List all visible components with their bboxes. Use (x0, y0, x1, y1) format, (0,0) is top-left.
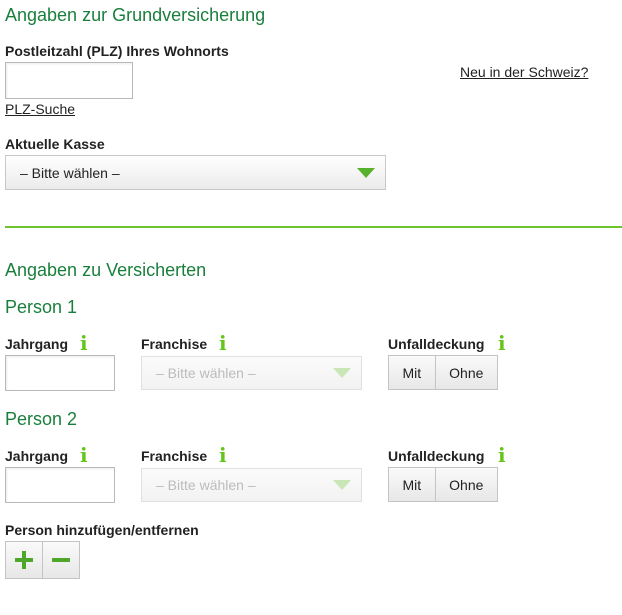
franchise-select[interactable]: – Bitte wählen – (141, 356, 362, 390)
current-insurer-label: Aktuelle Kasse (5, 136, 105, 152)
zip-input[interactable] (5, 62, 133, 99)
plus-icon (15, 551, 33, 569)
insured-heading: Angaben zu Versicherten (5, 260, 207, 280)
current-insurer-select[interactable]: – Bitte wählen – (5, 155, 386, 190)
birth-year-label: Jahrgang (5, 448, 69, 464)
chevron-down-icon (333, 480, 351, 490)
accident-without-button[interactable]: Ohne (434, 468, 497, 501)
accident-coverage-label: Unfalldeckung (388, 336, 485, 352)
minus-icon (52, 558, 70, 562)
birth-year-input[interactable] (5, 355, 115, 391)
person-2-heading: Person 2 (5, 409, 78, 429)
chevron-down-icon (333, 368, 351, 378)
info-icon[interactable]: i (498, 445, 506, 465)
birth-year-label: Jahrgang (5, 336, 69, 352)
new-in-switzerland-link[interactable]: Neu in der Schweiz? (460, 64, 588, 80)
chevron-down-icon (357, 167, 375, 178)
franchise-select[interactable]: – Bitte wählen – (141, 468, 362, 502)
section-divider (5, 226, 622, 228)
remove-person-button[interactable] (42, 542, 79, 578)
info-icon[interactable]: i (498, 333, 506, 353)
add-person-button[interactable] (6, 542, 42, 578)
accident-without-button[interactable]: Ohne (434, 356, 497, 389)
info-icon[interactable]: i (80, 333, 88, 353)
info-icon[interactable]: i (219, 333, 227, 353)
franchise-value: – Bitte wählen – (156, 477, 256, 493)
birth-year-input[interactable] (5, 467, 115, 503)
basic-insurance-heading: Angaben zur Grundversicherung (5, 5, 266, 25)
franchise-value: – Bitte wählen – (156, 365, 256, 381)
accident-coverage-label: Unfalldeckung (388, 448, 485, 464)
info-icon[interactable]: i (219, 445, 227, 465)
franchise-label: Franchise (141, 448, 208, 464)
add-remove-person-control (5, 541, 80, 579)
zip-label: Postleitzahl (PLZ) Ihres Wohnorts (5, 43, 229, 59)
accident-with-button[interactable]: Mit (389, 356, 435, 389)
accident-coverage-toggle: Mit Ohne (388, 355, 498, 390)
zip-search-link[interactable]: PLZ-Suche (5, 101, 75, 117)
person-1-heading: Person 1 (5, 297, 78, 317)
accident-with-button[interactable]: Mit (389, 468, 435, 501)
franchise-label: Franchise (141, 336, 208, 352)
info-icon[interactable]: i (80, 445, 88, 465)
current-insurer-value: – Bitte wählen – (20, 164, 120, 181)
add-remove-person-label: Person hinzufügen/entfernen (5, 522, 199, 538)
accident-coverage-toggle: Mit Ohne (388, 467, 498, 502)
